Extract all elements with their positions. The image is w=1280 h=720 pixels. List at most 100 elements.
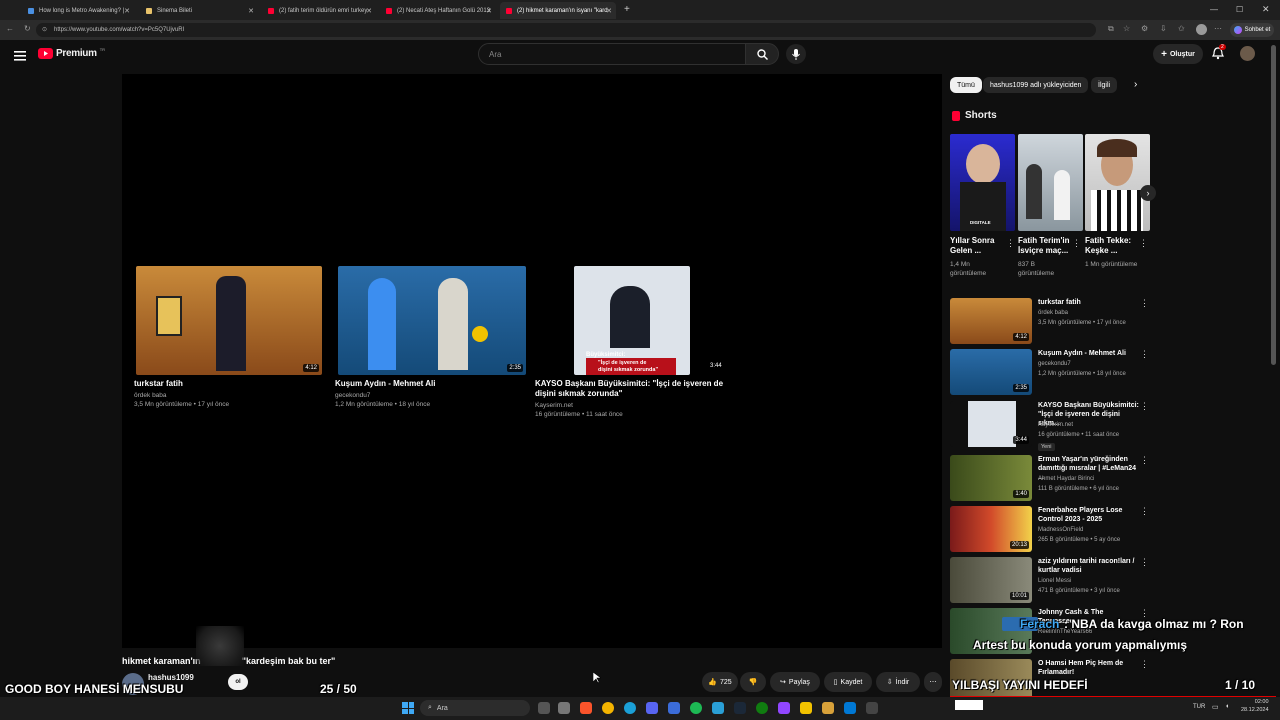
- new-tab-button[interactable]: +: [624, 4, 630, 15]
- recommendation-thumbnail[interactable]: 2:35: [950, 349, 1032, 395]
- chip-from-uploader[interactable]: hashus1099 adlı yükleyiciden: [983, 77, 1089, 93]
- search-input[interactable]: Ara: [478, 43, 746, 65]
- taskbar-search[interactable]: ⌕ Ara: [420, 700, 530, 716]
- recommendation-menu-icon[interactable]: ⋮: [1140, 349, 1149, 360]
- recommendation-item[interactable]: 4:12 turkstar fatih ördek baba 3,5 Mn gö…: [950, 298, 1155, 348]
- widgets-icon[interactable]: [558, 702, 570, 714]
- recommendation-title[interactable]: aziz yıldırım tarihi racon!ları / kurtla…: [1038, 557, 1140, 575]
- discord-icon[interactable]: [646, 702, 658, 714]
- app-icon[interactable]: [866, 702, 878, 714]
- recommendation-item[interactable]: 20:13 Fenerbahce Players Lose Control 20…: [950, 506, 1155, 556]
- subscribe-button[interactable]: ol: [228, 674, 248, 690]
- short-thumbnail[interactable]: DIGITALE: [950, 134, 1015, 231]
- tab-hikmet-karaman[interactable]: (2) hikmet karaman'ın isyanı "kard ✕: [500, 2, 616, 19]
- save-button[interactable]: ▯ Kaydet: [824, 672, 872, 692]
- endscreen-video-title[interactable]: KAYSO Başkanı Büyüksimitci: "İşçi de işv…: [535, 379, 735, 399]
- recommendation-thumbnail[interactable]: 4:12: [950, 298, 1032, 344]
- short-menu-icon[interactable]: ⋮: [1139, 238, 1148, 249]
- favorites-icon[interactable]: ✩: [1178, 24, 1185, 33]
- short-menu-icon[interactable]: ⋮: [1006, 238, 1015, 249]
- site-info-icon[interactable]: ⊙: [42, 26, 47, 33]
- short-title[interactable]: Fatih Terim'in İsviçre maç...: [1018, 236, 1072, 256]
- tab-close-icon[interactable]: ✕: [486, 7, 492, 15]
- minimize-icon[interactable]: —: [1210, 5, 1218, 14]
- voice-search-button[interactable]: [786, 44, 806, 64]
- downloads-icon[interactable]: ⇩: [1160, 24, 1167, 33]
- chip-related[interactable]: İlgili: [1091, 77, 1118, 93]
- edge-icon[interactable]: [624, 702, 636, 714]
- clock[interactable]: 02:00 28.12.2024: [1241, 698, 1269, 714]
- tab-close-icon[interactable]: ✕: [124, 7, 130, 15]
- extensions-icon[interactable]: ⚙: [1141, 24, 1148, 33]
- menu-hamburger-icon[interactable]: [14, 48, 26, 66]
- recommendation-menu-icon[interactable]: ⋮: [1140, 401, 1149, 412]
- windows-start-icon[interactable]: [402, 702, 414, 714]
- video-player[interactable]: 4:12 turkstar fatih ördek baba 3,5 Mn gö…: [122, 74, 942, 648]
- chrome-icon[interactable]: [602, 702, 614, 714]
- refresh-icon[interactable]: ↻: [24, 24, 31, 33]
- recommendation-thumbnail[interactable]: 20:13: [950, 506, 1032, 552]
- notifications-button[interactable]: 2: [1212, 44, 1226, 65]
- url-field[interactable]: ⊙ https://www.youtube.com/watch?v=Pc5Q7U…: [36, 23, 1096, 37]
- back-icon[interactable]: ←: [6, 24, 14, 33]
- endscreen-channel[interactable]: gecekondu7: [335, 391, 370, 400]
- short-thumbnail[interactable]: [1085, 134, 1150, 231]
- recommendation-channel[interactable]: gecekondu7: [1038, 361, 1071, 367]
- recommendation-menu-icon[interactable]: ⋮: [1140, 455, 1149, 466]
- recommendation-item[interactable]: 2:35 Kuşum Aydın - Mehmet Ali gecekondu7…: [950, 349, 1155, 399]
- app-icon[interactable]: [712, 702, 724, 714]
- recommendation-title[interactable]: Fenerbahce Players Lose Control 2023 - 2…: [1038, 506, 1140, 524]
- recommendation-channel[interactable]: MadnessOnField: [1038, 527, 1083, 533]
- recommendation-thumbnail[interactable]: 10:01: [950, 557, 1032, 603]
- recommendation-channel[interactable]: Kayserim.net: [1038, 422, 1073, 428]
- steam-icon[interactable]: [734, 702, 746, 714]
- recommendation-item[interactable]: 1:40 Erman Yaşar'ın yüreğinden damıttığı…: [950, 455, 1155, 505]
- recommendation-channel[interactable]: Ahmet Haydar Birinci: [1038, 476, 1094, 482]
- short-title[interactable]: Yıllar Sonra Gelen ...: [950, 236, 1004, 256]
- tab-close-icon[interactable]: ✕: [248, 7, 254, 15]
- recommendation-thumbnail[interactable]: 3:44: [950, 401, 1032, 447]
- endscreen-channel[interactable]: ördek baba: [134, 391, 167, 400]
- download-button[interactable]: ⇩ İndir: [876, 672, 920, 692]
- recommendation-channel[interactable]: Lionel Messi: [1038, 578, 1071, 584]
- recommendation-channel[interactable]: ördek baba: [1038, 310, 1068, 316]
- recommendation-menu-icon[interactable]: ⋮: [1140, 659, 1149, 670]
- endscreen-video-thumbnail[interactable]: Büyüksimitci: "İşçi de işveren de dişini…: [574, 266, 690, 375]
- dislike-button[interactable]: 👎: [740, 672, 766, 692]
- spotify-icon[interactable]: [690, 702, 702, 714]
- file-explorer-icon[interactable]: [800, 702, 812, 714]
- short-thumbnail[interactable]: [1018, 134, 1083, 231]
- tab-fatih-terim[interactable]: (2) fatih terim öldürün emri turkey ✕: [262, 2, 376, 19]
- tab-close-icon[interactable]: ✕: [606, 7, 612, 15]
- tab-sinema-bileti[interactable]: Sinema Bileti ✕: [140, 2, 258, 19]
- more-actions-button[interactable]: ⋯: [924, 672, 942, 692]
- recommendation-title[interactable]: Kuşum Aydın - Mehmet Ali: [1038, 349, 1140, 358]
- app-icon[interactable]: [822, 702, 834, 714]
- more-menu-icon[interactable]: ⋯: [1214, 24, 1222, 33]
- recommendation-item[interactable]: 10:01 aziz yıldırım tarihi racon!ları / …: [950, 557, 1155, 607]
- recommendation-title[interactable]: O Hamsi Hem Piç Hem de Fırlamadır!: [1038, 659, 1140, 677]
- short-title[interactable]: Fatih Tekke: Keşke ...: [1085, 236, 1139, 256]
- endscreen-video-thumbnail[interactable]: 2:35: [338, 266, 526, 375]
- recommendation-item[interactable]: 3:44 KAYSO Başkanı Büyüksimitci: "İşçi d…: [950, 401, 1155, 451]
- page-scrollbar-thumb[interactable]: [1271, 45, 1276, 365]
- tab-close-icon[interactable]: ✕: [366, 7, 372, 15]
- shorts-next-chevron-icon[interactable]: ›: [1140, 185, 1156, 201]
- recommendation-menu-icon[interactable]: ⋮: [1140, 506, 1149, 517]
- search-button[interactable]: [745, 43, 779, 65]
- app-icon[interactable]: [668, 702, 680, 714]
- like-button[interactable]: 👍 725: [702, 672, 738, 692]
- app-icon[interactable]: [844, 702, 856, 714]
- recommendation-title[interactable]: turkstar fatih: [1038, 298, 1140, 307]
- recommendation-menu-icon[interactable]: ⋮: [1140, 298, 1149, 309]
- task-view-icon[interactable]: [538, 702, 550, 714]
- short-menu-icon[interactable]: ⋮: [1072, 238, 1081, 249]
- endscreen-channel[interactable]: Kayserim.net: [535, 401, 573, 410]
- endscreen-video-thumbnail[interactable]: 4:12: [136, 266, 322, 375]
- volume-icon[interactable]: ◖: [1225, 703, 1229, 710]
- create-button[interactable]: + Oluştur: [1153, 44, 1203, 64]
- channel-name[interactable]: hashus1099: [148, 673, 194, 682]
- chip-all[interactable]: Tümü: [950, 77, 982, 93]
- language-indicator[interactable]: TUR: [1193, 704, 1205, 710]
- account-avatar[interactable]: [1240, 46, 1255, 61]
